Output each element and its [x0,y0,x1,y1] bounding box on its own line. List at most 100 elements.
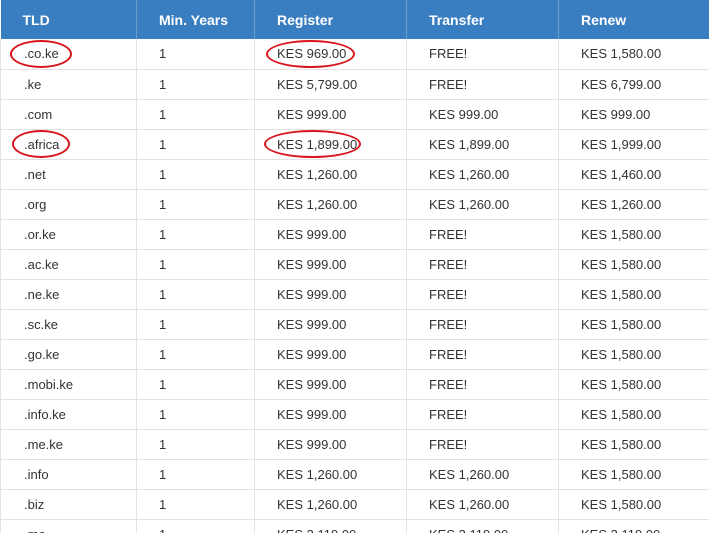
cell-tld: .me [0,519,137,533]
header-tld: TLD [0,0,137,39]
cell-transfer: KES 1,260.00 [406,489,559,520]
table-row: .info 1 KES 1,260.00 KES 1,260.00 KES 1,580.… [0,459,709,490]
cell-renew: KES 1,260.00 [558,189,709,220]
cell-renew: KES 1,580.00 [558,279,709,310]
cell-transfer: FREE! [406,249,559,280]
cell-register: KES 1,260.00 [254,159,407,190]
table-row: .sc.ke 1 KES 999.00 FREE! KES 1,580.00 [0,309,709,340]
cell-register: KES 999.00 [254,369,407,400]
cell-transfer: FREE! [406,69,559,100]
cell-renew: KES 1,580.00 [558,369,709,400]
annotation-circle-africa-register [264,130,361,158]
table-header: TLD Min. Years Register Transfer Renew [0,0,709,39]
table-row: .me.ke 1 KES 999.00 FREE! KES 1,580.00 [0,429,709,460]
cell-register: KES 999.00 [254,339,407,370]
table-row: .ke 1 KES 5,799.00 FREE! KES 6,799.00 [0,69,709,100]
cell-min-years: 1 [136,369,255,400]
cell-min-years: 1 [136,249,255,280]
cell-tld: .ac.ke [0,249,137,280]
table-row: .go.ke 1 KES 999.00 FREE! KES 1,580.00 [0,339,709,370]
cell-renew: KES 1,999.00 [558,129,709,160]
annotation-circle-coke-register [266,40,355,68]
table-row: .ne.ke 1 KES 999.00 FREE! KES 1,580.00 [0,279,709,310]
table-row: .net 1 KES 1,260.00 KES 1,260.00 KES 1,460.0… [0,159,709,190]
cell-register: KES 999.00 [254,429,407,460]
cell-min-years: 1 [136,99,255,130]
cell-min-years: 1 [136,429,255,460]
cell-tld: .or.ke [0,219,137,250]
cell-register: KES 999.00 [254,309,407,340]
cell-min-years: 1 [136,459,255,490]
table-row: .info.ke 1 KES 999.00 FREE! KES 1,580.00 [0,399,709,430]
cell-renew: KES 1,460.00 [558,159,709,190]
table-row: .biz 1 KES 1,260.00 KES 1,260.00 KES 1,580.0… [0,489,709,520]
cell-renew: KES 1,580.00 [558,429,709,460]
cell-transfer: FREE! [406,339,559,370]
cell-register: KES 1,260.00 [254,459,407,490]
cell-transfer: KES 3,119.00 [406,519,559,533]
domain-pricing-table: TLD Min. Years Register Transfer Renew .… [0,0,709,533]
cell-renew: KES 6,799.00 [558,69,709,100]
header-register: Register [254,0,407,39]
header-min-years: Min. Years [136,0,255,39]
table-row: .me1KES 3,119.00KES 3,119.00KES 3,119.00 [0,519,709,533]
cell-transfer: KES 1,260.00 [406,159,559,190]
cell-tld: .mobi.ke [0,369,137,400]
table-row: .org 1 KES 1,260.00 KES 1,260.00 KES 1,260.0… [0,189,709,220]
cell-tld: .go.ke [0,339,137,370]
cell-register: KES 1,260.00 [254,489,407,520]
cell-register: KES 999.00 [254,399,407,430]
cell-min-years: 1 [136,399,255,430]
annotation-circle-africa-tld [12,130,70,158]
cell-register: KES 999.00 [254,219,407,250]
cell-min-years: 1 [136,309,255,340]
header-renew: Renew [558,0,709,39]
cell-min-years: 1 [136,279,255,310]
cell-transfer: FREE! [406,39,559,70]
cell-transfer: FREE! [406,279,559,310]
cell-renew: KES 3,119.00 [558,519,709,533]
cell-renew: KES 999.00 [558,99,709,130]
cell-min-years: 1 [136,489,255,520]
cell-min-years: 1 [136,69,255,100]
cell-transfer: KES 1,260.00 [406,189,559,220]
cell-min-years: 1 [136,129,255,160]
cell-min-years: 1 [136,339,255,370]
cell-renew: KES 1,580.00 [558,339,709,370]
cell-transfer: KES 1,260.00 [406,459,559,490]
cell-tld: .ne.ke [0,279,137,310]
cell-register: KES 3,119.00 [254,519,407,533]
table-row: .ac.ke 1 KES 999.00 FREE! KES 1,580.00 [0,249,709,280]
cell-tld: .biz [0,489,137,520]
cell-transfer: FREE! [406,309,559,340]
cell-tld: .sc.ke [0,309,137,340]
cell-tld: .com [0,99,137,130]
cell-min-years: 1 [136,519,255,533]
cell-register: KES 1,260.00 [254,189,407,220]
cell-transfer: FREE! [406,399,559,430]
cell-transfer: KES 1,899.00 [406,129,559,160]
cell-tld: .ke [0,69,137,100]
cell-renew: KES 1,580.00 [558,309,709,340]
cell-min-years: 1 [136,159,255,190]
cell-register: KES 5,799.00 [254,69,407,100]
cell-transfer: FREE! [406,369,559,400]
cell-tld: .org [0,189,137,220]
cell-tld: .info [0,459,137,490]
cell-tld: .info.ke [0,399,137,430]
cell-transfer: KES 999.00 [406,99,559,130]
cell-register: KES 999.00 [254,249,407,280]
cell-renew: KES 1,580.00 [558,459,709,490]
cell-transfer: FREE! [406,219,559,250]
table-row: .com 1 KES 999.00 KES 999.00 KES 999.00 [0,99,709,130]
cell-renew: KES 1,580.00 [558,489,709,520]
pricing-table-container: TLD Min. Years Register Transfer Renew .… [0,0,709,533]
cell-min-years: 1 [136,39,255,70]
annotation-circle-coke-tld [10,40,72,68]
table-row: .or.ke 1 KES 999.00 FREE! KES 1,580.00 [0,219,709,250]
header-transfer: Transfer [406,0,559,39]
cell-min-years: 1 [136,189,255,220]
table-row: .mobi.ke 1 KES 999.00 FREE! KES 1,580.00 [0,369,709,400]
header-row: TLD Min. Years Register Transfer Renew [0,0,709,39]
cell-register: KES 999.00 [254,99,407,130]
